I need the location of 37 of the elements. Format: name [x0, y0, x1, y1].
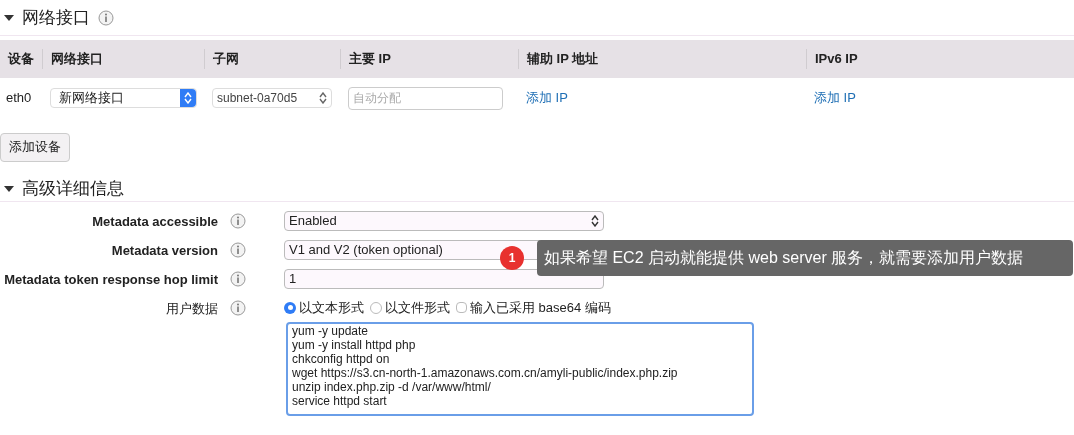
add-ip-link[interactable]: 添加 IP	[814, 90, 856, 106]
column-header: IPv6 IP	[815, 51, 858, 67]
column-header: 子网	[213, 51, 239, 67]
step-badge: 1	[500, 246, 524, 270]
base64-checkbox[interactable]: 输入已采用 base64 编码	[456, 297, 611, 318]
info-icon[interactable]	[230, 212, 246, 229]
column-header: 主要 IP	[349, 51, 391, 67]
callout-tooltip: 如果希望 EC2 启动就能提供 web server 服务，就需要添加用户数据	[537, 240, 1073, 276]
info-icon[interactable]	[230, 241, 246, 258]
section-title: 高级详细信息	[22, 177, 124, 200]
device-cell: eth0	[6, 90, 32, 106]
updown-arrow-icon	[319, 92, 327, 104]
column-header: 网络接口	[51, 51, 103, 67]
info-icon[interactable]	[230, 299, 246, 316]
section-title: 网络接口	[22, 6, 90, 29]
primary-ip-field[interactable]: 自动分配	[348, 86, 503, 110]
interface-select[interactable]: 新网络接口	[50, 88, 197, 108]
radio-option[interactable]: 以文件形式	[370, 297, 450, 318]
field-label: Metadata token response hop limit	[4, 271, 218, 287]
caret-icon[interactable]	[4, 13, 14, 22]
user-data-field[interactable]: yum -y update yum -y install httpd php chkconfig httpd on wget https://s3.cn-north-1.amazonaws.com.cn/amyli-public/index.php.zip unzip index.php.zip -d /var/www/html/ service httpd start	[286, 322, 754, 416]
dropdown[interactable]: Enabled	[284, 210, 604, 231]
updown-arrow-icon	[184, 92, 192, 104]
column-header: 设备	[8, 51, 34, 67]
info-icon[interactable]	[230, 270, 246, 287]
hop-limit-field[interactable]: 1	[284, 268, 604, 289]
field-label: Metadata accessible	[92, 213, 218, 229]
radio-option[interactable]: 以文本形式	[284, 297, 364, 318]
info-icon[interactable]	[98, 9, 114, 26]
field-label: Metadata version	[111, 242, 218, 258]
caret-icon[interactable]	[4, 184, 14, 193]
updown-arrow-icon	[591, 214, 599, 227]
column-header: 辅助 IP 地址	[527, 51, 599, 67]
field-label: 用户数据	[166, 300, 218, 316]
add-device-button[interactable]: 添加设备	[0, 132, 70, 162]
subnet-select[interactable]: subnet-0a70d5	[212, 88, 332, 108]
add-ip-link[interactable]: 添加 IP	[526, 90, 568, 106]
